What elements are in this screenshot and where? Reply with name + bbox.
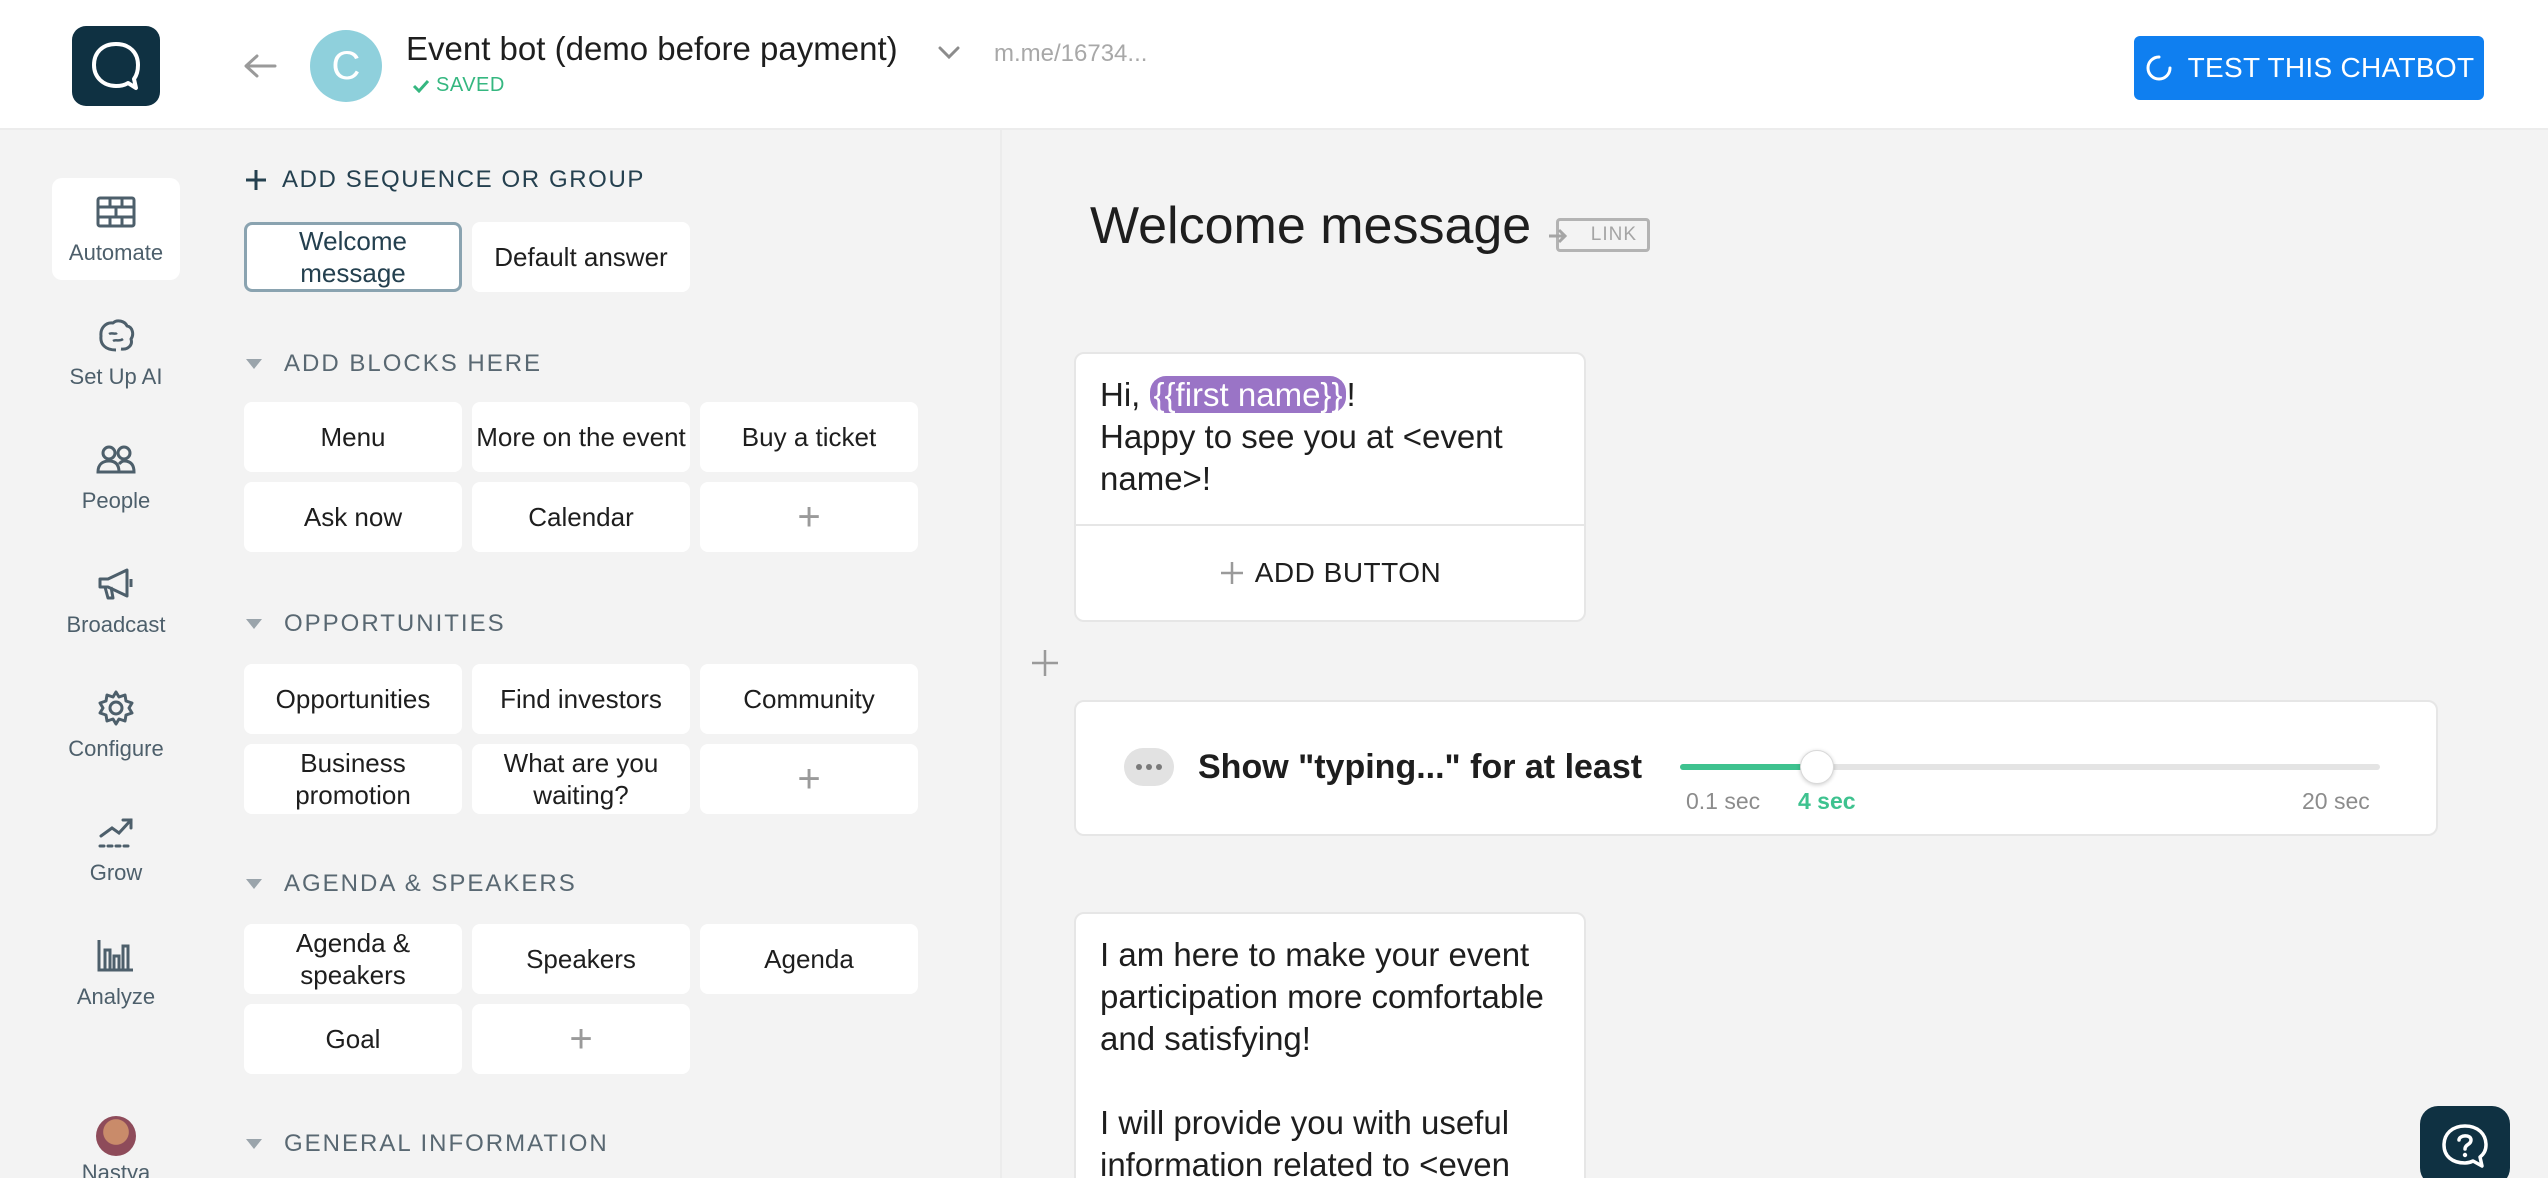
section-title-opportunities: OPPORTUNITIES [284, 610, 506, 637]
megaphone-icon [98, 568, 133, 600]
add-block-button[interactable]: + [700, 744, 918, 814]
add-button-label: ADD BUTTON [1254, 557, 1442, 588]
link-arrow-icon [1549, 228, 1568, 244]
slider-fill [1680, 764, 1817, 770]
nav-item-configure[interactable]: Configure [52, 674, 180, 776]
add-sequence-label: ADD SEQUENCE OR GROUP [282, 166, 645, 193]
section-toggle-agenda-speakers[interactable]: AGENDA & SPEAKERS [246, 870, 577, 898]
chevron-down-icon[interactable] [934, 38, 964, 68]
gear-icon [98, 690, 134, 726]
loading-spinner-icon [2146, 55, 2172, 81]
nav-label-setup-ai: Set Up AI [69, 364, 163, 389]
nav-item-analyze[interactable]: Analyze [52, 922, 180, 1024]
block-title[interactable]: Welcome message [1090, 196, 1531, 256]
greeting-line-2: Happy to see you at <event name>! [1100, 418, 1503, 497]
block-welcome-message[interactable]: Welcome message [244, 222, 462, 292]
block-find-investors[interactable]: Find investors [472, 664, 690, 734]
top-header: C Event bot (demo before payment) SAVED … [0, 0, 2548, 130]
test-chatbot-button[interactable]: TEST THIS CHATBOT [2134, 36, 2484, 100]
text-card-greeting: Hi, {{first name}}! Happy to see you at … [1074, 352, 1586, 622]
link-button[interactable]: LINK [1549, 218, 1650, 252]
block-agenda-and-speakers[interactable]: Agenda & speakers [244, 924, 462, 994]
bricks-icon [96, 196, 136, 228]
typing-label: Show "typing..." for at least [1198, 748, 1643, 786]
block-business-promotion[interactable]: Business promotion [244, 744, 462, 814]
add-block-button[interactable]: + [700, 482, 918, 552]
bar-chart-icon [97, 940, 133, 972]
slider-current-label: 4 sec [1798, 788, 1856, 814]
chatfuel-logo-icon[interactable] [72, 26, 160, 106]
greeting-text[interactable]: Hi, {{first name}}! Happy to see you at … [1076, 354, 1584, 520]
block-what-are-you-waiting[interactable]: What are you waiting? [472, 744, 690, 814]
block-goal[interactable]: Goal [244, 1004, 462, 1074]
section-title-add-blocks: ADD BLOCKS HERE [284, 350, 543, 377]
bot-name-title[interactable]: Event bot (demo before payment) [406, 30, 898, 68]
nav-item-broadcast[interactable]: Broadcast [52, 550, 180, 652]
block-community[interactable]: Community [700, 664, 918, 734]
block-ask-now[interactable]: Ask now [244, 482, 462, 552]
test-chatbot-label: TEST THIS CHATBOT [2187, 52, 2475, 83]
intro-paragraph-1: I am here to make your event participati… [1100, 936, 1544, 1057]
section-toggle-opportunities[interactable]: OPPORTUNITIES [246, 610, 506, 638]
greeting-prefix: Hi, [1100, 376, 1150, 413]
plus-icon [1220, 562, 1243, 584]
saved-status: SAVED [412, 74, 505, 97]
nav-item-people[interactable]: People [52, 426, 180, 528]
section-toggle-general-information[interactable]: GENERAL INFORMATION [246, 1130, 609, 1158]
trend-icon [98, 818, 134, 848]
nav-label-analyze: Analyze [76, 984, 156, 1009]
block-opportunities[interactable]: Opportunities [244, 664, 462, 734]
block-default-answer[interactable]: Default answer [472, 222, 690, 292]
text-card-intro: I am here to make your event participati… [1074, 912, 1586, 1178]
section-title-general-information: GENERAL INFORMATION [284, 1130, 609, 1157]
help-question-icon [2442, 1124, 2488, 1168]
add-block-button[interactable]: + [472, 1004, 690, 1074]
triangle-down-icon [246, 879, 262, 889]
nav-item-automate[interactable]: Automate [52, 178, 180, 280]
intro-paragraph-2: I will provide you with useful informati… [1100, 1104, 1511, 1178]
greeting-suffix: ! [1346, 376, 1356, 413]
block-calendar[interactable]: Calendar [472, 482, 690, 552]
user-avatar[interactable] [96, 1116, 136, 1156]
block-menu[interactable]: Menu [244, 402, 462, 472]
section-toggle-add-blocks[interactable]: ADD BLOCKS HERE [246, 350, 542, 378]
bot-avatar: C [310, 30, 382, 102]
back-arrow-icon[interactable] [240, 46, 280, 86]
add-card-plus-icon[interactable] [1028, 646, 1062, 680]
slider-thumb[interactable] [1800, 750, 1834, 784]
user-name[interactable]: Nastya [60, 1160, 172, 1178]
typing-dots-icon [1124, 748, 1174, 786]
nav-item-setup-ai[interactable]: Set Up AI [52, 302, 180, 404]
nav-label-broadcast: Broadcast [66, 612, 166, 637]
typing-duration-slider[interactable] [1680, 750, 2380, 784]
plus-icon [246, 170, 266, 190]
saved-status-label: SAVED [436, 74, 505, 96]
section-title-agenda-speakers: AGENDA & SPEAKERS [284, 870, 577, 897]
first-name-variable[interactable]: {{first name}} [1149, 376, 1347, 413]
intro-text[interactable]: I am here to make your event participati… [1076, 914, 1584, 1178]
nav-label-automate: Automate [68, 240, 164, 265]
slider-max-label: 20 sec [2302, 788, 2370, 814]
triangle-down-icon [246, 619, 262, 629]
people-icon [96, 445, 136, 474]
nav-label-people: People [81, 488, 151, 513]
triangle-down-icon [246, 1139, 262, 1149]
slider-min-label: 0.1 sec [1686, 788, 1761, 814]
block-buy-a-ticket[interactable]: Buy a ticket [700, 402, 918, 472]
block-speakers[interactable]: Speakers [472, 924, 690, 994]
nav-label-grow: Grow [89, 860, 143, 885]
bot-messenger-link[interactable]: m.me/16734... [994, 40, 1147, 68]
link-button-label: LINK [1590, 224, 1637, 245]
add-sequence-or-group-button[interactable]: ADD SEQUENCE OR GROUP [244, 166, 645, 194]
checkmark-icon [412, 79, 430, 93]
help-chat-button[interactable] [2420, 1106, 2510, 1178]
triangle-down-icon [246, 359, 262, 369]
nav-label-configure: Configure [68, 736, 164, 761]
add-button-button[interactable]: ADD BUTTON [1076, 524, 1584, 620]
block-agenda[interactable]: Agenda [700, 924, 918, 994]
nav-item-grow[interactable]: Grow [52, 798, 180, 900]
brain-icon [99, 319, 135, 352]
block-more-on-the-event[interactable]: More on the event [472, 402, 690, 472]
